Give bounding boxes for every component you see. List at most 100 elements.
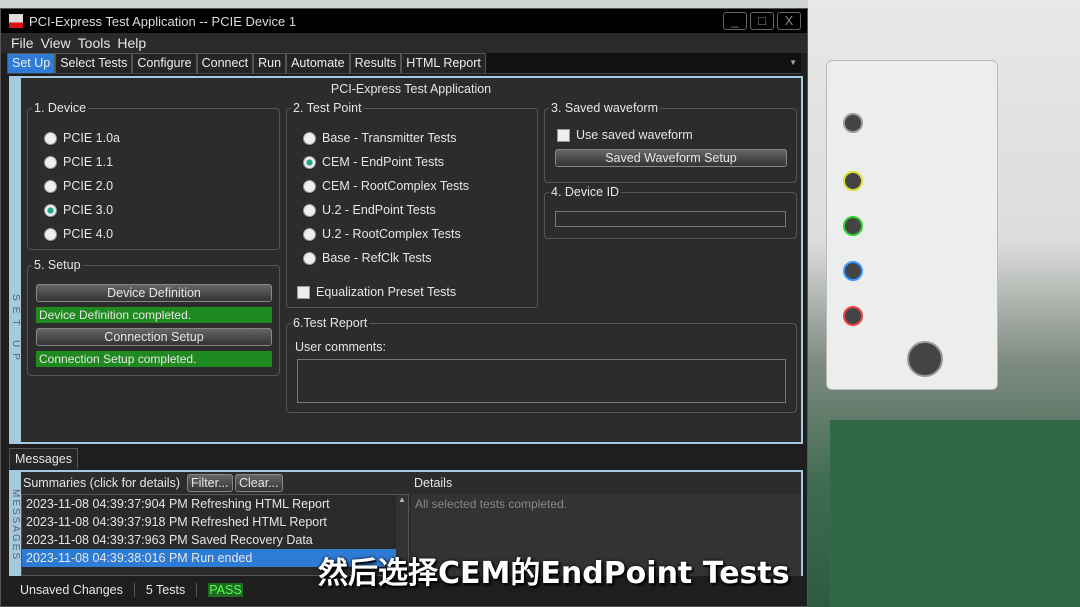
setup-group: 5. Setup Device Definition Device Defini… bbox=[27, 258, 280, 376]
device-label: 1. Device bbox=[32, 101, 89, 115]
messages-tab[interactable]: Messages bbox=[9, 448, 78, 469]
saved-waveform-setup-button[interactable]: Saved Waveform Setup bbox=[555, 149, 787, 167]
user-comments-label: User comments: bbox=[295, 340, 386, 354]
device-id-group: 4. Device ID bbox=[544, 185, 797, 239]
radio-circle[interactable] bbox=[303, 251, 316, 265]
summaries-label: Summaries (click for details) bbox=[23, 476, 180, 490]
radio-circle[interactable] bbox=[303, 203, 316, 217]
status-bar: Unsaved Changes 5 Tests PASS bbox=[9, 579, 254, 601]
checkbox-box[interactable] bbox=[297, 285, 310, 299]
user-comments-input[interactable] bbox=[297, 359, 786, 403]
app-window: PCI-Express Test Application -- PCIE Dev… bbox=[0, 8, 808, 607]
connection-setup-status: Connection Setup completed. bbox=[36, 351, 272, 367]
radio-pcie-3-0[interactable]: PCIE 3.0 bbox=[44, 203, 113, 217]
radio-label: PCIE 1.0a bbox=[63, 131, 120, 145]
list-item[interactable]: 2023-11-08 04:39:37:918 PM Refreshed HTM… bbox=[22, 513, 408, 531]
list-item[interactable]: 2023-11-08 04:39:37:963 PM Saved Recover… bbox=[22, 531, 408, 549]
video-subtitle: 然后选择CEM的EndPoint Tests bbox=[318, 556, 790, 591]
window-title: PCI-Express Test Application -- PCIE Dev… bbox=[29, 13, 297, 29]
equalization-checkbox[interactable]: Equalization Preset Tests bbox=[297, 285, 456, 299]
device-id-label: 4. Device ID bbox=[549, 185, 622, 199]
saved-waveform-group: 3. Saved waveform Use saved waveform Sav… bbox=[544, 101, 797, 183]
menu-view[interactable]: View bbox=[41, 35, 71, 51]
radio-base-refclk[interactable]: Base - RefClk Tests bbox=[303, 251, 432, 265]
tab-bar: Set Up Select Tests Configure Connect Ru… bbox=[7, 53, 801, 74]
radio-circle-selected[interactable] bbox=[44, 203, 57, 217]
oscilloscope bbox=[826, 60, 998, 390]
menu-help[interactable]: Help bbox=[117, 35, 146, 51]
tab-set-up[interactable]: Set Up bbox=[7, 53, 56, 73]
scope-knob bbox=[843, 171, 863, 191]
tab-connect[interactable]: Connect bbox=[196, 53, 254, 73]
radio-label: CEM - RootComplex Tests bbox=[322, 179, 470, 193]
tab-select-tests[interactable]: Select Tests bbox=[55, 53, 133, 73]
radio-pcie-4-0[interactable]: PCIE 4.0 bbox=[44, 227, 113, 241]
radio-label: Base - Transmitter Tests bbox=[322, 131, 457, 145]
details-text: All selected tests completed. bbox=[415, 497, 568, 511]
radio-circle[interactable] bbox=[303, 179, 316, 193]
setup-panel: SET UP PCI-Express Test Application 1. D… bbox=[9, 76, 803, 444]
radio-cem-endpoint[interactable]: CEM - EndPoint Tests bbox=[303, 155, 444, 169]
chevron-down-icon[interactable]: ▼ bbox=[789, 58, 797, 67]
connection-setup-button[interactable]: Connection Setup bbox=[36, 328, 272, 346]
scope-knob bbox=[843, 261, 863, 281]
setup-label: 5. Setup bbox=[32, 258, 83, 272]
tab-run[interactable]: Run bbox=[253, 53, 287, 73]
menu-file[interactable]: File bbox=[11, 35, 34, 51]
radio-circle[interactable] bbox=[44, 179, 57, 193]
use-saved-waveform-checkbox[interactable]: Use saved waveform bbox=[557, 128, 693, 142]
radio-circle[interactable] bbox=[44, 155, 57, 169]
radio-pcie-1-0a[interactable]: PCIE 1.0a bbox=[44, 131, 120, 145]
radio-label: PCIE 1.1 bbox=[63, 155, 114, 169]
device-id-input[interactable] bbox=[555, 211, 786, 227]
device-definition-button[interactable]: Device Definition bbox=[36, 284, 272, 302]
tab-configure[interactable]: Configure bbox=[132, 53, 197, 73]
tests-count: 5 Tests bbox=[135, 583, 198, 597]
radio-circle[interactable] bbox=[303, 131, 316, 145]
radio-circle[interactable] bbox=[303, 227, 316, 241]
device-group: 1. Device PCIE 1.0a PCIE 1.1 PCIE 2.0 PC… bbox=[27, 101, 280, 250]
checkbox-label: Equalization Preset Tests bbox=[316, 285, 457, 299]
radio-label: CEM - EndPoint Tests bbox=[322, 155, 445, 169]
details-label: Details bbox=[414, 476, 453, 490]
test-report-label: 6.Test Report bbox=[291, 316, 370, 330]
radio-label: PCIE 3.0 bbox=[63, 203, 114, 217]
maximize-button[interactable]: □ bbox=[750, 12, 774, 30]
tab-automate[interactable]: Automate bbox=[286, 53, 350, 73]
radio-label: U.2 - RootComplex Tests bbox=[322, 227, 461, 241]
checkbox-label: Use saved waveform bbox=[576, 128, 693, 142]
radio-base-transmitter[interactable]: Base - Transmitter Tests bbox=[303, 131, 457, 145]
radio-pcie-2-0[interactable]: PCIE 2.0 bbox=[44, 179, 113, 193]
radio-label: U.2 - EndPoint Tests bbox=[322, 203, 436, 217]
title-bar: PCI-Express Test Application -- PCIE Dev… bbox=[1, 9, 807, 33]
checkbox-box[interactable] bbox=[557, 128, 570, 142]
radio-u2-endpoint[interactable]: U.2 - EndPoint Tests bbox=[303, 203, 436, 217]
messages-side-label: MESSAGES bbox=[10, 488, 21, 562]
unsaved-changes-status: Unsaved Changes bbox=[9, 583, 135, 597]
panel-title: PCI-Express Test Application bbox=[330, 82, 492, 96]
scope-knob bbox=[907, 341, 943, 377]
list-item[interactable]: 2023-11-08 04:39:37:904 PM Refreshing HT… bbox=[22, 495, 408, 513]
radio-circle[interactable] bbox=[44, 227, 57, 241]
tab-results[interactable]: Results bbox=[349, 53, 402, 73]
menu-tools[interactable]: Tools bbox=[78, 35, 111, 51]
radio-label: PCIE 2.0 bbox=[63, 179, 114, 193]
saved-waveform-label: 3. Saved waveform bbox=[549, 101, 660, 115]
radio-circle[interactable] bbox=[44, 131, 57, 145]
radio-u2-rootcomplex[interactable]: U.2 - RootComplex Tests bbox=[303, 227, 461, 241]
clear-button[interactable]: Clear... bbox=[235, 474, 283, 492]
filter-button[interactable]: Filter... bbox=[187, 474, 233, 492]
tab-html-report[interactable]: HTML Report bbox=[401, 53, 486, 73]
pass-badge: PASS bbox=[208, 583, 243, 597]
radio-circle-selected[interactable] bbox=[303, 155, 316, 169]
test-report-group: 6.Test Report User comments: bbox=[286, 316, 797, 413]
device-definition-status: Device Definition completed. bbox=[36, 307, 272, 323]
scope-knob bbox=[843, 216, 863, 236]
radio-cem-rootcomplex[interactable]: CEM - RootComplex Tests bbox=[303, 179, 469, 193]
pass-cell: PASS bbox=[197, 583, 253, 597]
side-label: SET UP bbox=[10, 294, 21, 366]
circuit-board bbox=[830, 420, 1080, 607]
minimize-button[interactable]: _ bbox=[723, 12, 747, 30]
close-button[interactable]: X bbox=[777, 12, 801, 30]
radio-pcie-1-1[interactable]: PCIE 1.1 bbox=[44, 155, 113, 169]
